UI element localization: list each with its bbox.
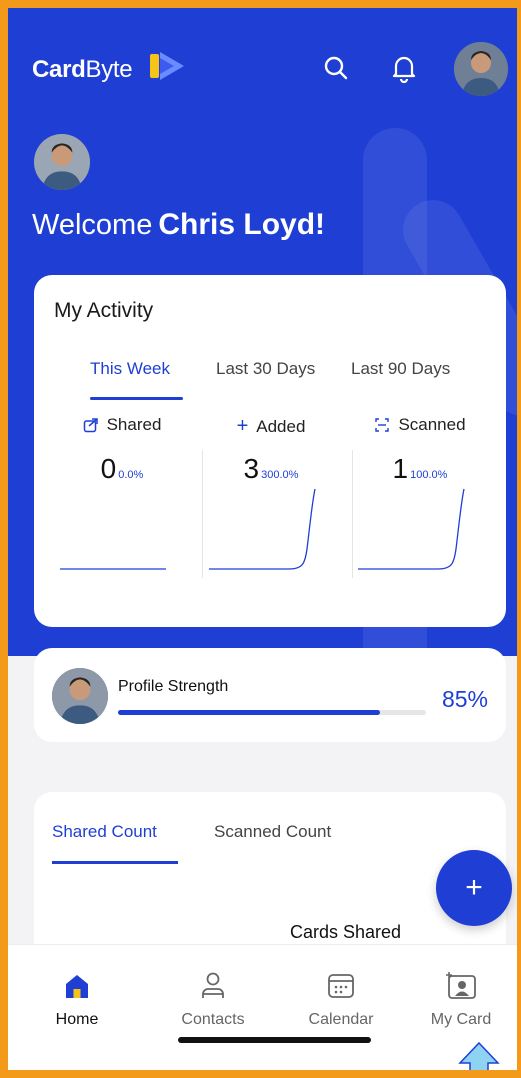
stat-label: Scanned — [398, 415, 466, 434]
profile-avatar — [52, 668, 108, 724]
stat-added: + Added 3 300.0% — [197, 415, 345, 585]
search-button[interactable] — [314, 46, 358, 90]
nav-label: Calendar — [308, 1011, 374, 1028]
app-frame: CardByte Welcome Chris Loyd! My Activity… — [0, 0, 521, 1078]
stat-change: 300.0% — [261, 469, 299, 481]
nav-label: Contacts — [181, 1011, 245, 1028]
profile-strength-card[interactable]: Profile Strength 85% — [34, 648, 506, 742]
stat-shared: Shared 0 0.0% — [48, 415, 196, 585]
calendar-icon — [328, 974, 354, 998]
stat-value: 0 — [100, 453, 117, 484]
nav-contacts[interactable]: Contacts — [158, 969, 268, 1029]
profile-strength-label: Profile Strength — [118, 678, 229, 695]
welcome-avatar — [34, 134, 90, 190]
tab-scanned-count[interactable]: Scanned Count — [214, 822, 331, 842]
notifications-button[interactable] — [382, 46, 426, 90]
stat-label: Added — [256, 416, 306, 436]
home-icon — [66, 975, 88, 998]
avatar-image — [34, 134, 90, 190]
top-bar: CardByte — [8, 40, 517, 100]
sparkline — [60, 568, 166, 570]
nav-home[interactable]: Home — [22, 969, 132, 1029]
tab-last-90-days[interactable]: Last 90 Days — [351, 359, 450, 379]
nav-label: My Card — [430, 1011, 492, 1028]
count-tab-indicator — [52, 861, 178, 864]
welcome-heading: Welcome Chris Loyd! — [32, 208, 326, 241]
nav-my-card[interactable]: My Card — [406, 969, 516, 1029]
bottom-navigation: Home Contacts Calendar My Card — [8, 944, 517, 1070]
home-indicator — [178, 1037, 371, 1043]
cards-shared-label: Cards Shared — [290, 922, 402, 942]
add-fab-button[interactable]: + — [436, 850, 512, 926]
avatar-image — [454, 42, 508, 96]
cardbyte-logo-icon — [150, 52, 184, 80]
activity-title: My Activity — [54, 299, 154, 322]
arrow-up-icon — [458, 1041, 500, 1070]
stat-change: 0.0% — [118, 469, 144, 481]
contacts-icon — [202, 972, 224, 998]
tab-this-week[interactable]: This Week — [90, 359, 170, 379]
tab-last-30-days[interactable]: Last 30 Days — [216, 359, 315, 379]
sparkline — [209, 488, 316, 570]
plus-icon: + — [236, 415, 249, 437]
nav-label: Home — [55, 1011, 99, 1028]
tab-shared-count[interactable]: Shared Count — [52, 822, 157, 842]
bell-icon — [392, 56, 416, 83]
user-avatar[interactable] — [454, 42, 508, 96]
scan-icon — [375, 418, 390, 432]
stat-value: 3 — [243, 453, 260, 484]
stat-change: 100.0% — [410, 469, 448, 481]
activity-card: My Activity This Week Last 30 Days Last … — [34, 275, 506, 627]
profile-strength-bar — [118, 710, 426, 715]
plus-icon: + — [465, 871, 483, 904]
sparkline — [358, 488, 465, 570]
profile-strength-percent: 85% — [441, 686, 488, 712]
search-icon — [324, 56, 348, 80]
share-icon — [83, 418, 98, 433]
app-logo[interactable]: CardByte — [32, 56, 133, 84]
stat-value: 1 — [392, 453, 409, 484]
nav-calendar[interactable]: Calendar — [286, 969, 396, 1029]
avatar-image — [52, 668, 108, 724]
stat-scanned: Scanned 1 100.0% — [346, 415, 494, 585]
tab-active-indicator — [90, 397, 183, 400]
stat-label: Shared — [106, 415, 162, 434]
my-card-icon — [446, 972, 476, 999]
profile-strength-fill — [118, 710, 380, 715]
